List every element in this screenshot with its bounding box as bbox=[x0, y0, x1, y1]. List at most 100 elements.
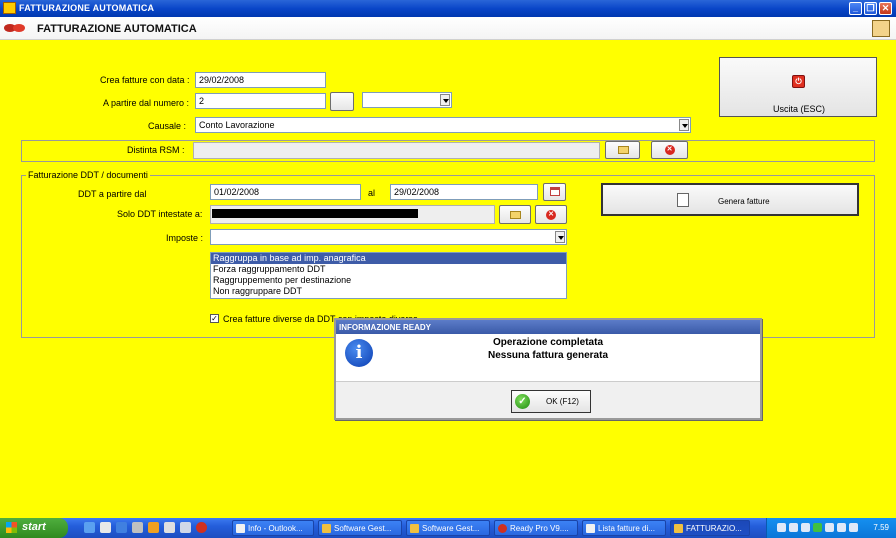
redacted-text bbox=[212, 209, 418, 218]
dialog-message-line1: Operazione completata bbox=[492, 337, 604, 348]
task-label: Software Gest... bbox=[334, 524, 392, 533]
distinta-label: Distinta RSM : bbox=[127, 145, 185, 155]
start-label: start bbox=[22, 521, 46, 533]
task-label: Info - Outlook... bbox=[248, 524, 303, 533]
numero-lookup-button[interactable] bbox=[330, 92, 354, 111]
clear-icon: ✕ bbox=[664, 145, 675, 155]
notepad-icon[interactable] bbox=[164, 522, 175, 533]
task-label: Lista fatture di... bbox=[598, 524, 655, 533]
calendar-icon bbox=[549, 187, 560, 196]
uscita-label: Uscita (ESC) bbox=[773, 104, 826, 114]
app-icon bbox=[3, 2, 16, 14]
causale-label: Causale : bbox=[148, 121, 187, 131]
download-icon[interactable] bbox=[148, 522, 159, 533]
close-button[interactable]: ✕ bbox=[879, 2, 892, 15]
intestate-input[interactable] bbox=[210, 205, 495, 224]
chevron-down-icon bbox=[679, 119, 689, 131]
task-software-2[interactable]: Software Gest... bbox=[406, 520, 490, 536]
network-icon[interactable] bbox=[777, 523, 786, 532]
taskbar: start Info - Outlook... Software Gest...… bbox=[0, 518, 896, 538]
genera-fatture-button[interactable]: Genera fatture bbox=[601, 183, 859, 216]
tray-icon[interactable] bbox=[825, 523, 834, 532]
folder-icon bbox=[410, 524, 419, 533]
explorer-icon[interactable] bbox=[180, 522, 191, 533]
start-button[interactable]: start bbox=[0, 518, 68, 538]
distinta-input[interactable] bbox=[193, 142, 600, 159]
imposte-select[interactable] bbox=[210, 229, 567, 245]
chevron-down-icon bbox=[440, 94, 450, 106]
maximize-button[interactable]: ❐ bbox=[864, 2, 877, 15]
dialog-message-line2: Nessuna fattura generata bbox=[487, 350, 609, 361]
ready-logo-icon bbox=[4, 24, 25, 32]
uscita-button[interactable]: ⏻ Uscita (ESC) bbox=[719, 57, 877, 117]
intestate-clear-button[interactable]: ✕ bbox=[535, 205, 567, 224]
causale-select[interactable]: Conto Lavorazione bbox=[195, 117, 691, 133]
tray-icon[interactable] bbox=[801, 523, 810, 532]
window-icon bbox=[586, 524, 595, 533]
list-item[interactable]: Forza raggruppamento DDT bbox=[211, 264, 566, 275]
document-icon bbox=[677, 193, 689, 207]
clock: 7.59 bbox=[873, 523, 889, 532]
ddt-from-label: DDT a partire dal bbox=[78, 189, 147, 199]
power-icon: ⏻ bbox=[792, 75, 805, 88]
task-outlook[interactable]: Info - Outlook... bbox=[232, 520, 314, 536]
dialog-title: INFORMAZIONE READY bbox=[336, 320, 760, 334]
header-bar: FATTURAZIONE AUTOMATICA bbox=[0, 17, 896, 40]
dialog-body: i Operazione completata Nessuna fattura … bbox=[336, 334, 760, 382]
window-title: FATTURAZIONE AUTOMATICA bbox=[19, 3, 155, 13]
folder-icon bbox=[510, 210, 521, 219]
intestate-label: Solo DDT intestate a: bbox=[117, 209, 203, 219]
window-icon bbox=[674, 524, 683, 533]
desktop-icon[interactable] bbox=[100, 522, 111, 533]
ddt-to-input[interactable]: 29/02/2008 bbox=[390, 184, 538, 200]
crea-date-label: Crea fatture con data : bbox=[100, 75, 190, 85]
task-label: Ready Pro V9.... bbox=[510, 524, 569, 533]
ok-button-label: OK (F12) bbox=[546, 397, 579, 406]
distinta-browse-button[interactable] bbox=[605, 141, 640, 159]
calendar-button[interactable] bbox=[543, 183, 566, 201]
tray-icon[interactable] bbox=[849, 523, 858, 532]
minimize-button[interactable]: _ bbox=[849, 2, 862, 15]
media-icon[interactable] bbox=[116, 522, 127, 533]
task-fatturazione[interactable]: FATTURAZIO... bbox=[670, 520, 750, 536]
ready-icon bbox=[498, 524, 507, 533]
tray-icon[interactable] bbox=[813, 523, 822, 532]
task-software-1[interactable]: Software Gest... bbox=[318, 520, 402, 536]
ddt-from-input[interactable]: 01/02/2008 bbox=[210, 184, 361, 200]
page-title: FATTURAZIONE AUTOMATICA bbox=[37, 23, 197, 35]
intestate-browse-button[interactable] bbox=[499, 205, 531, 224]
list-item[interactable]: Raggruppa in base ad imp. anagrafica bbox=[211, 253, 566, 264]
task-label: FATTURAZIO... bbox=[686, 524, 742, 533]
imposte-label: Imposte : bbox=[166, 233, 204, 243]
genera-fatture-label: Genera fatture bbox=[718, 197, 770, 206]
numero-label: A partire dal numero : bbox=[103, 98, 190, 108]
info-dialog: INFORMAZIONE READY i Operazione completa… bbox=[334, 318, 762, 420]
volume-icon[interactable] bbox=[837, 523, 846, 532]
check-icon: ✓ bbox=[515, 394, 530, 409]
system-tray: 7.59 bbox=[766, 518, 896, 538]
ie-icon[interactable] bbox=[84, 522, 95, 533]
task-lista-fatture[interactable]: Lista fatture di... bbox=[582, 520, 666, 536]
diverse-checkbox[interactable]: ✓ bbox=[210, 314, 219, 323]
numero-series-select[interactable] bbox=[362, 92, 452, 108]
numero-input[interactable]: 2 bbox=[195, 93, 326, 109]
ok-button[interactable]: ✓ OK (F12) bbox=[511, 390, 591, 413]
window-titlebar: FATTURAZIONE AUTOMATICA _ ❐ ✕ bbox=[0, 0, 896, 17]
clear-icon: ✕ bbox=[546, 209, 556, 220]
folder-icon bbox=[322, 524, 331, 533]
help-icon[interactable] bbox=[872, 20, 890, 37]
ddt-legend: Fatturazione DDT / documenti bbox=[26, 170, 150, 180]
ddt-to-label: al bbox=[368, 188, 376, 198]
distinta-clear-button[interactable]: ✕ bbox=[651, 141, 688, 159]
folder-icon bbox=[617, 146, 629, 154]
outlook-icon bbox=[236, 524, 245, 533]
causale-value: Conto Lavorazione bbox=[199, 120, 275, 130]
task-ready-pro[interactable]: Ready Pro V9.... bbox=[494, 520, 578, 536]
crea-date-input[interactable]: 29/02/2008 bbox=[195, 72, 326, 88]
list-item[interactable]: Raggruppemento per destinazione bbox=[211, 275, 566, 286]
ready-icon[interactable] bbox=[196, 522, 207, 533]
tray-icon[interactable] bbox=[789, 523, 798, 532]
quicklaunch-icon[interactable] bbox=[132, 522, 143, 533]
grouping-listbox[interactable]: Raggruppa in base ad imp. anagrafica For… bbox=[210, 252, 567, 299]
list-item[interactable]: Non raggruppare DDT bbox=[211, 286, 566, 297]
